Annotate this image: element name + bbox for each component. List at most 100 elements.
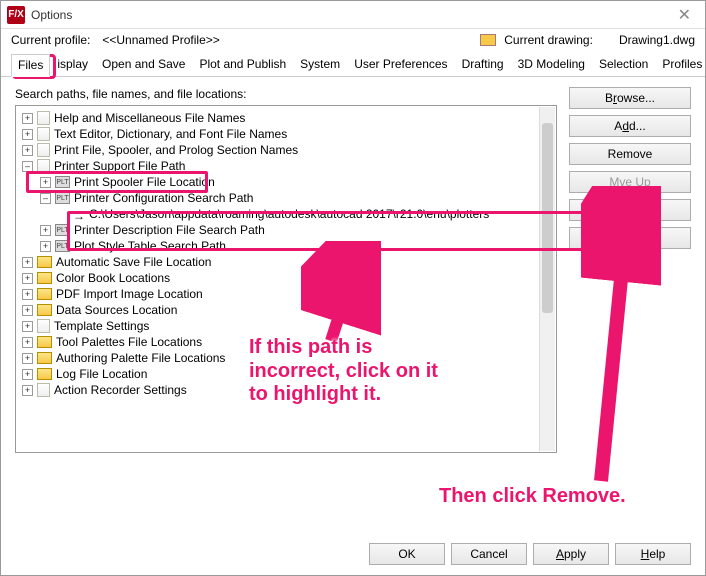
tree-item-printer-desc[interactable]: + PLT Printer Description File Search Path [40, 222, 552, 238]
tree-item-label: Color Book Locations [56, 271, 170, 285]
document-icon [37, 111, 50, 125]
tree-item-printer-config-search[interactable]: –PLTPrinter Configuration Search Path [40, 190, 552, 206]
tree-item-label: Printer Support File Path [54, 159, 185, 173]
tab-user-preferences[interactable]: User Preferences [347, 53, 454, 76]
remove-button[interactable]: Remove [569, 143, 691, 165]
expand-icon[interactable]: + [22, 337, 33, 348]
tree-scrollbar[interactable] [539, 107, 555, 451]
folder-icon [37, 288, 52, 300]
tree-item-label: Authoring Palette File Locations [56, 351, 225, 365]
document-icon [37, 127, 50, 141]
folder-icon [37, 352, 52, 364]
tree-item-label: PDF Import Image Location [56, 287, 203, 301]
tree-item-label: Print Spooler File Location [74, 175, 215, 189]
expand-icon[interactable]: + [22, 369, 33, 380]
annotation-arrow-remove [581, 186, 661, 486]
annotation-text-remove: Then click Remove. [439, 485, 626, 509]
tree-item-plot-style[interactable]: +PLTPlot Style Table Search Path [40, 238, 552, 254]
expand-icon[interactable]: + [22, 321, 33, 332]
document-icon [37, 383, 50, 397]
folder-icon [37, 336, 52, 348]
titlebar: F/X Options ✕ [1, 1, 705, 29]
folder-icon [37, 272, 52, 284]
current-profile-value: <<Unnamed Profile>> [102, 33, 219, 47]
current-drawing-label: Current drawing: [504, 33, 593, 47]
expand-icon[interactable]: + [40, 241, 51, 252]
tree-item-label: C:\Users\Jason\appdata\roaming\autodesk\… [89, 207, 489, 221]
tab-profiles[interactable]: Profiles [655, 53, 706, 76]
annotation-arrow-path [301, 241, 381, 351]
tree-item-help-misc[interactable]: + Help and Miscellaneous File Names [22, 110, 552, 126]
tree-item-pdf-import[interactable]: + PDF Import Image Location [22, 286, 552, 302]
tab-bar: Files isplay Open and Save Plot and Publ… [1, 53, 705, 77]
tree-item-print-file[interactable]: + Print File, Spooler, and Prolog Section… [22, 142, 552, 158]
tree-item-label: Help and Miscellaneous File Names [54, 111, 245, 125]
options-dialog: F/X Options ✕ Current profile: <<Unnamed… [0, 0, 706, 576]
expand-icon[interactable]: + [22, 305, 33, 316]
tree-item-label: Template Settings [54, 319, 149, 333]
tree-item-label: Printer Configuration Search Path [74, 191, 253, 205]
expand-icon[interactable]: + [22, 145, 33, 156]
window-title: Options [31, 8, 72, 22]
folder-icon [37, 256, 52, 268]
tab-drafting[interactable]: Drafting [455, 53, 511, 76]
browse-button[interactable]: Browse... [569, 87, 691, 109]
collapse-icon[interactable]: – [40, 193, 51, 204]
annotation-text-path: If this path is incorrect, click on it t… [249, 336, 459, 407]
tree-item-label: Data Sources Location [56, 303, 177, 317]
tree-item-label: Action Recorder Settings [54, 383, 187, 397]
expand-icon[interactable]: + [22, 113, 33, 124]
expand-icon[interactable]: + [22, 129, 33, 140]
help-button[interactable]: Help [615, 543, 691, 565]
tab-selection[interactable]: Selection [592, 53, 655, 76]
tab-display-truncated[interactable]: isplay [50, 53, 95, 76]
expand-icon[interactable]: + [22, 353, 33, 364]
drawing-icon [480, 34, 496, 46]
tree-item-label: Text Editor, Dictionary, and Font File N… [54, 127, 287, 141]
scrollbar-thumb[interactable] [542, 123, 553, 313]
plt-icon: PLT [55, 176, 70, 188]
folder-icon [37, 368, 52, 380]
tree-item-color-book[interactable]: + Color Book Locations [22, 270, 552, 286]
current-drawing-value: Drawing1.dwg [619, 33, 695, 47]
tree-item-label: Plot Style Table Search Path [74, 239, 226, 253]
tree-item-label: Log File Location [56, 367, 147, 381]
tab-open-save[interactable]: Open and Save [95, 53, 192, 76]
profile-bar: Current profile: <<Unnamed Profile>> Cur… [1, 29, 705, 49]
plt-icon: PLT [55, 224, 70, 236]
tree-item-label: Printer Description File Search Path [74, 223, 265, 237]
tree-item-template[interactable]: + Template Settings [22, 318, 552, 334]
close-button[interactable]: ✕ [670, 5, 699, 25]
tab-files[interactable]: Files [11, 54, 50, 77]
tab-3d-modeling[interactable]: 3D Modeling [511, 53, 592, 76]
document-icon [37, 159, 50, 173]
tree-item-label: Print File, Spooler, and Prolog Section … [54, 143, 298, 157]
expand-icon[interactable]: + [22, 257, 33, 268]
expand-icon[interactable]: + [40, 225, 51, 236]
tree-item-label: Automatic Save File Location [56, 255, 211, 269]
document-icon [37, 319, 50, 333]
tree-item-printer-config-path[interactable]: C:\Users\Jason\appdata\roaming\autodesk\… [58, 206, 552, 222]
expand-icon[interactable]: + [22, 289, 33, 300]
current-profile-label: Current profile: [11, 33, 90, 47]
expand-icon[interactable]: + [40, 177, 51, 188]
tree-item-printer-support[interactable]: – Printer Support File Path [22, 158, 552, 174]
folder-icon [37, 304, 52, 316]
tree-item-data-sources[interactable]: + Data Sources Location [22, 302, 552, 318]
tree-item-print-spooler[interactable]: + PLT Print Spooler File Location [40, 174, 552, 190]
apply-button[interactable]: Apply [533, 543, 609, 565]
tree-item-label: Tool Palettes File Locations [56, 335, 202, 349]
add-button[interactable]: Add... [569, 115, 691, 137]
path-arrow-icon [73, 209, 85, 219]
ok-button[interactable]: OK [369, 543, 445, 565]
tree-item-auto-save[interactable]: + Automatic Save File Location [22, 254, 552, 270]
collapse-icon[interactable]: – [22, 161, 33, 172]
app-icon: F/X [7, 6, 25, 24]
tree-item-text-editor[interactable]: + Text Editor, Dictionary, and Font File … [22, 126, 552, 142]
cancel-button[interactable]: Cancel [451, 543, 527, 565]
tab-plot-publish[interactable]: Plot and Publish [192, 53, 293, 76]
tab-system[interactable]: System [293, 53, 347, 76]
expand-icon[interactable]: + [22, 273, 33, 284]
expand-icon[interactable]: + [22, 385, 33, 396]
dialog-button-bar: OK Cancel Apply Help [369, 543, 691, 565]
